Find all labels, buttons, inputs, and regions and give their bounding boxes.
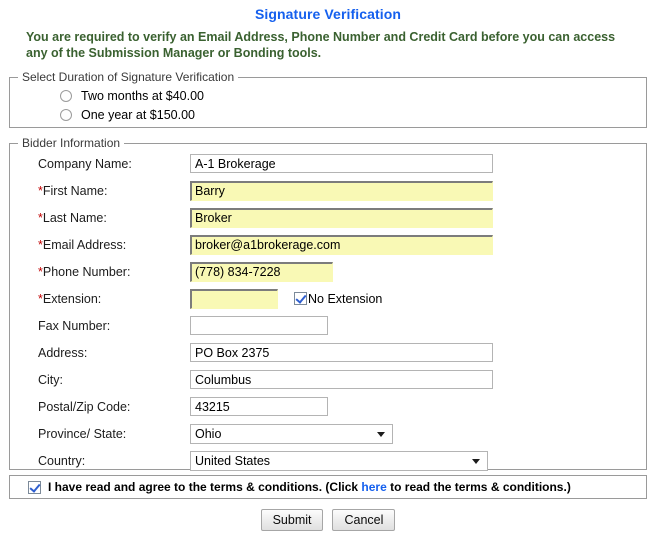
first-name-input[interactable]: [190, 180, 493, 201]
submit-button[interactable]: Submit: [260, 509, 324, 531]
no-extension-checkbox-group[interactable]: No Extension: [294, 292, 382, 306]
terms-text-before: I have read and agree to the terms & con…: [48, 480, 359, 494]
no-extension-checkbox-icon[interactable]: [294, 292, 307, 305]
form-row-last-name: *Last Name:: [10, 204, 646, 231]
country-select[interactable]: United States: [190, 450, 488, 471]
form-row-province-state: Province/ State: Ohio: [10, 420, 646, 447]
country-selected-value: United States: [195, 453, 271, 468]
email-address-input[interactable]: [190, 234, 493, 255]
form-row-city: City:: [10, 366, 646, 393]
form-action-bar: Submit Cancel: [0, 509, 656, 531]
label-phone-number: *Phone Number:: [38, 265, 190, 279]
label-last-name: *Last Name:: [38, 211, 190, 225]
company-name-input[interactable]: [190, 154, 493, 173]
chevron-down-icon[interactable]: [472, 458, 480, 464]
label-fax-number: Fax Number:: [38, 318, 111, 333]
terms-text-after: to read the terms & conditions.): [390, 480, 571, 494]
form-row-company-name: Company Name:: [10, 150, 646, 177]
form-row-address: Address:: [10, 339, 646, 366]
duration-fieldset: Select Duration of Signature Verificatio…: [9, 70, 647, 128]
radio-option-one-year[interactable]: One year at $150.00: [60, 105, 646, 124]
radio-label-two-months: Two months at $40.00: [81, 88, 204, 103]
label-city: City:: [38, 372, 63, 387]
postal-zip-code-input[interactable]: [190, 397, 328, 416]
form-row-fax-number: Fax Number:: [10, 312, 646, 339]
page-description: You are required to verify an Email Addr…: [26, 30, 616, 60]
label-last-name-text: Last Name:: [42, 210, 107, 225]
terms-here-link[interactable]: here: [361, 480, 386, 494]
radio-label-one-year: One year at $150.00: [81, 107, 195, 122]
radio-icon-two-months[interactable]: [60, 89, 72, 102]
label-email-address-text: Email Address:: [42, 237, 127, 252]
page-title: Signature Verification: [254, 6, 402, 22]
last-name-input[interactable]: [190, 207, 493, 228]
label-address: Address:: [38, 345, 88, 360]
cancel-button[interactable]: Cancel: [332, 509, 396, 531]
phone-number-input[interactable]: [190, 261, 333, 282]
form-row-first-name: *First Name:: [10, 177, 646, 204]
form-row-country: Country: United States: [10, 447, 646, 474]
fax-number-input[interactable]: [190, 316, 328, 335]
form-row-phone-number: *Phone Number:: [10, 258, 646, 285]
terms-agreement-text: I have read and agree to the terms & con…: [48, 480, 571, 494]
form-row-postal-zip-code: Postal/Zip Code:: [10, 393, 646, 420]
label-country: Country:: [38, 453, 86, 468]
form-row-email-address: *Email Address:: [10, 231, 646, 258]
radio-option-two-months[interactable]: Two months at $40.00: [60, 86, 646, 105]
no-extension-label: No Extension: [308, 291, 383, 306]
terms-agreement-bar: I have read and agree to the terms & con…: [9, 475, 647, 499]
label-company-name: Company Name:: [38, 156, 132, 171]
province-state-select[interactable]: Ohio: [190, 423, 393, 444]
label-postal-zip-code: Postal/Zip Code:: [38, 399, 131, 414]
province-state-selected-value: Ohio: [195, 426, 222, 441]
bidder-information-legend: Bidder Information: [22, 136, 121, 150]
label-email-address: *Email Address:: [38, 238, 190, 252]
form-row-extension: *Extension: No Extension: [10, 285, 646, 312]
city-input[interactable]: [190, 370, 493, 389]
address-input[interactable]: [190, 343, 493, 362]
label-phone-number-text: Phone Number:: [42, 264, 131, 279]
label-first-name: *First Name:: [38, 184, 190, 198]
bidder-information-fieldset: Bidder Information Company Name: *First …: [9, 136, 647, 471]
label-province-state: Province/ State:: [38, 426, 127, 441]
terms-agreement-checkbox-icon[interactable]: [28, 480, 41, 494]
radio-icon-one-year[interactable]: [60, 108, 72, 121]
label-extension: *Extension:: [38, 292, 190, 306]
chevron-down-icon[interactable]: [377, 431, 385, 437]
label-extension-text: Extension:: [42, 291, 102, 306]
extension-input[interactable]: [190, 288, 278, 309]
label-first-name-text: First Name:: [42, 183, 108, 198]
duration-legend: Select Duration of Signature Verificatio…: [22, 70, 235, 84]
